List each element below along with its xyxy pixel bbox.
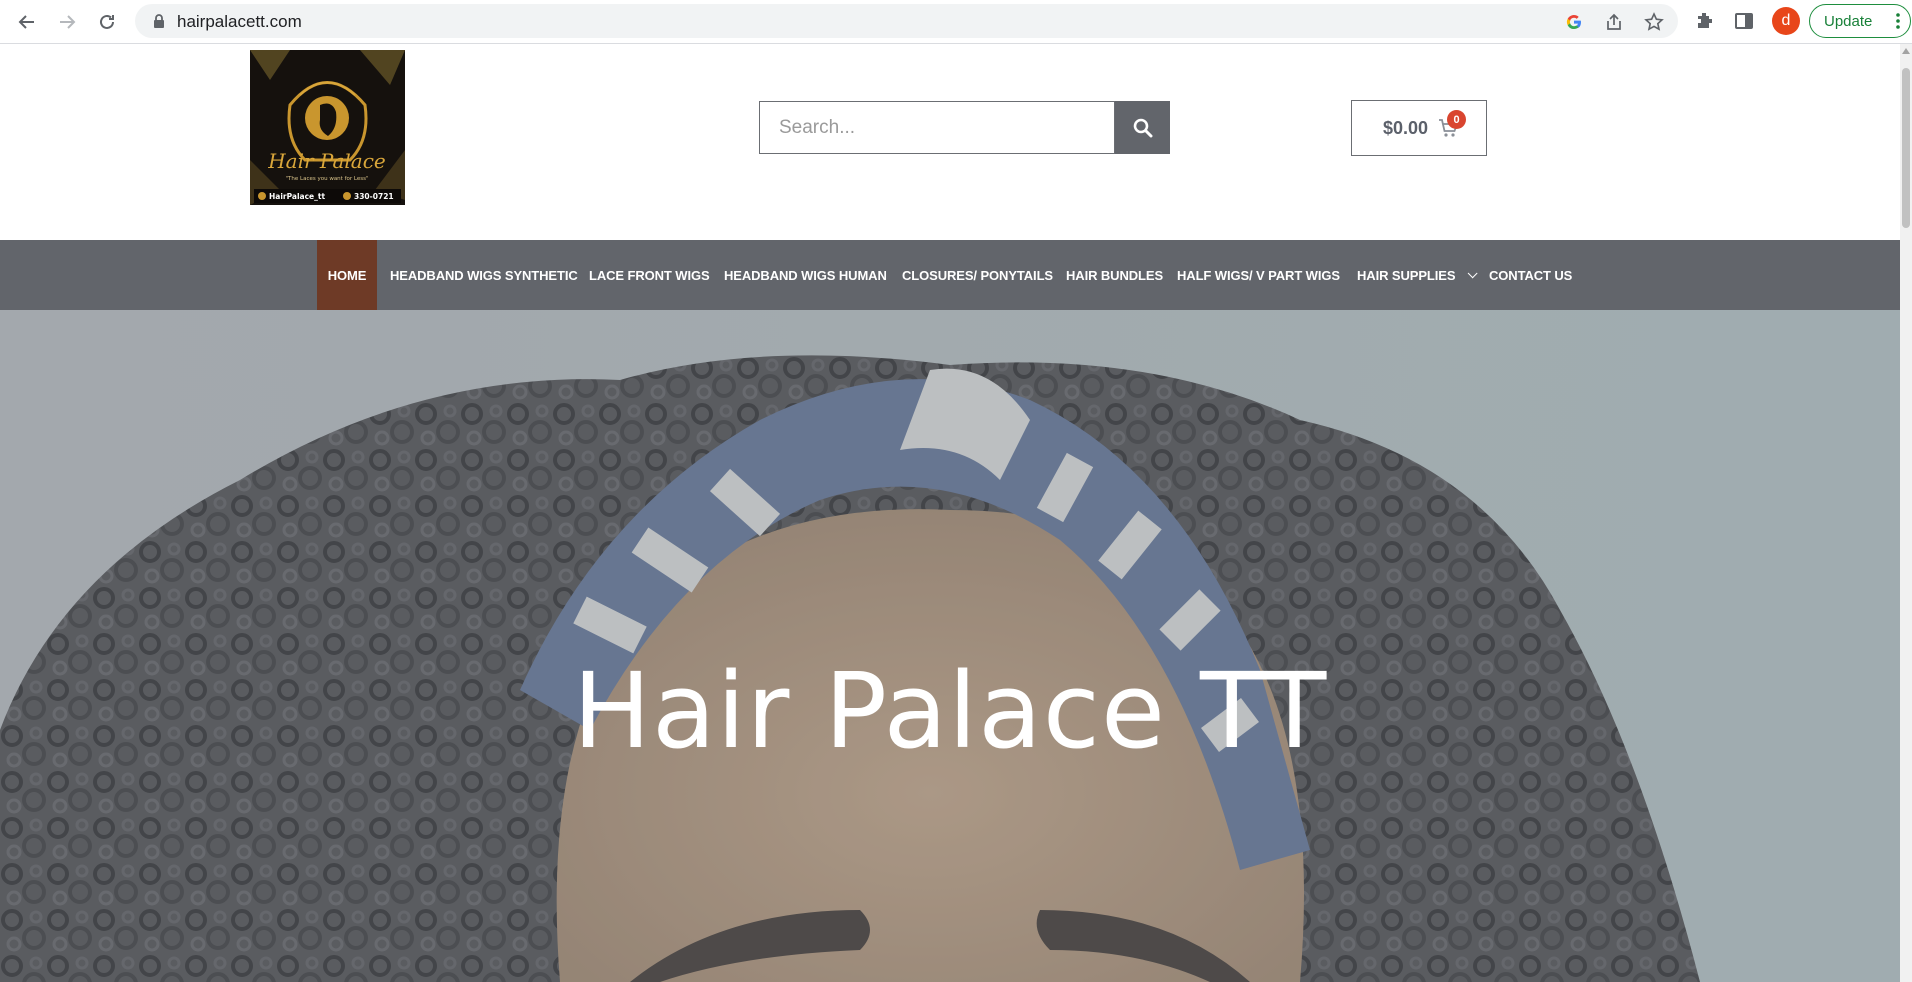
update-label: Update	[1824, 12, 1873, 30]
nav-item-contact-us[interactable]: CONTACT US	[1489, 240, 1572, 310]
scrollbar-thumb[interactable]	[1902, 68, 1910, 228]
nav-label: HAIR SUPPLIES	[1357, 267, 1456, 283]
svg-text:"The Laces you want for Less": "The Laces you want for Less"	[286, 176, 369, 182]
forward-button[interactable]	[53, 8, 81, 36]
nav-item-half-wigs[interactable]: HALF WIGS/ V PART WIGS	[1177, 240, 1340, 310]
extensions-icon[interactable]	[1694, 10, 1716, 32]
star-icon[interactable]	[1644, 12, 1664, 32]
search-icon	[1133, 118, 1152, 137]
nav-item-home[interactable]: HOME	[317, 240, 377, 310]
back-button[interactable]	[13, 8, 41, 36]
nav-label: HAIR BUNDLES	[1066, 267, 1164, 283]
search-form	[759, 101, 1170, 154]
reload-icon	[100, 14, 114, 29]
arrow-right-icon	[60, 15, 76, 29]
nav-label: HEADBAND WIGS HUMAN	[724, 267, 887, 283]
main-navigation: HOME HEADBAND WIGS SYNTHETIC LACE FRONT …	[0, 240, 1900, 310]
hair-palace-logo-icon: Hair Palace "The Laces you want for Less…	[250, 50, 405, 205]
arrow-left-icon	[18, 15, 34, 29]
profile-avatar[interactable]: d	[1772, 7, 1800, 35]
cart-count-badge: 0	[1447, 110, 1466, 129]
page-scrollbar[interactable]	[1900, 44, 1912, 982]
google-icon[interactable]	[1564, 12, 1584, 32]
lock-icon	[154, 14, 164, 28]
nav-item-lace-front-wigs[interactable]: LACE FRONT WIGS	[589, 240, 710, 310]
svg-text:HairPalace_tt: HairPalace_tt	[269, 192, 325, 201]
cart-button[interactable]: $0.00 0	[1351, 100, 1487, 156]
nav-label: LACE FRONT WIGS	[589, 267, 710, 283]
hero-title: Hair Palace TT	[572, 650, 1328, 772]
site-header: Hair Palace "The Laces you want for Less…	[0, 44, 1900, 240]
address-bar[interactable]: hairpalacett.com	[135, 4, 1678, 38]
nav-label: CLOSURES/ PONYTAILS	[902, 267, 1053, 283]
nav-label: HALF WIGS/ V PART WIGS	[1177, 267, 1340, 283]
nav-item-headband-wigs-synthetic[interactable]: HEADBAND WIGS SYNTHETIC	[390, 240, 578, 310]
search-button[interactable]	[1115, 101, 1170, 154]
hero-background-image	[0, 310, 1900, 982]
svg-text:330-0721: 330-0721	[354, 192, 394, 201]
scroll-up-arrow-icon[interactable]	[1902, 48, 1910, 54]
nav-item-hair-bundles[interactable]: HAIR BUNDLES	[1066, 240, 1163, 310]
nav-label: HEADBAND WIGS SYNTHETIC	[390, 267, 578, 283]
reload-button[interactable]	[93, 8, 121, 36]
svg-text:Hair Palace: Hair Palace	[267, 149, 386, 173]
cart-total: $0.00	[1383, 117, 1429, 138]
site-logo[interactable]: Hair Palace "The Laces you want for Less…	[250, 50, 405, 205]
nav-item-closures-ponytails[interactable]: CLOSURES/ PONYTAILS	[902, 240, 1053, 310]
browser-toolbar: hairpalacett.com d Update	[0, 0, 1912, 44]
share-icon[interactable]	[1604, 12, 1624, 32]
side-panel-icon[interactable]	[1733, 10, 1755, 32]
url-text: hairpalacett.com	[177, 12, 302, 31]
nav-label: HOME	[327, 267, 367, 283]
search-input[interactable]	[759, 101, 1115, 154]
chevron-down-icon	[1468, 267, 1478, 278]
hero-banner: Hair Palace TT	[0, 310, 1900, 982]
nav-item-hair-supplies[interactable]: HAIR SUPPLIES	[1357, 240, 1478, 310]
nav-item-headband-wigs-human[interactable]: HEADBAND WIGS HUMAN	[724, 240, 887, 310]
nav-label: CONTACT US	[1489, 267, 1573, 283]
update-button[interactable]: Update	[1809, 4, 1911, 38]
more-icon	[1896, 13, 1900, 29]
